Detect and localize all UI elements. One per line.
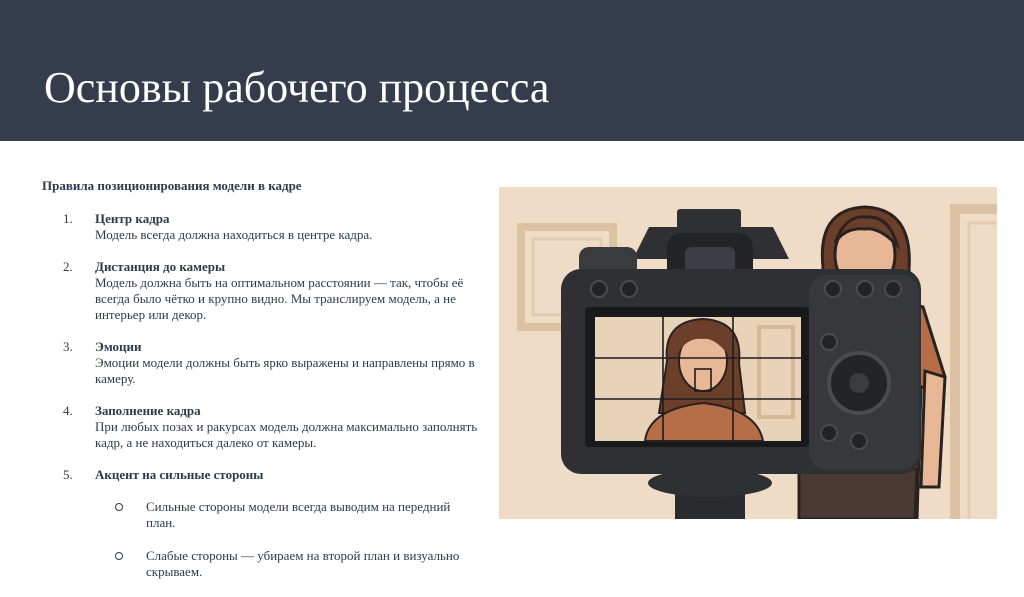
list-item: 2. Дистанция до камеры Модель должна быт… <box>42 259 482 323</box>
rule-heading: Заполнение кадра <box>95 403 201 418</box>
woman-pants <box>797 467 919 519</box>
sub-list: Сильные стороны модели всегда выводим на… <box>95 499 482 580</box>
sub-list-item: Сильные стороны модели всегда выводим на… <box>95 499 482 531</box>
camera-button-right-2 <box>856 280 874 298</box>
list-item: 3. Эмоции Эмоции модели должны быть ярко… <box>42 339 482 387</box>
list-item: 1. Центр кадра Модель всегда должна нахо… <box>42 211 482 243</box>
camera-control-dial-center <box>849 373 869 393</box>
circle-bullet-icon <box>115 552 123 560</box>
rule-heading: Эмоции <box>95 339 142 354</box>
slide-title: Основы рабочего процесса <box>44 63 550 112</box>
woman-arm <box>919 369 947 489</box>
rule-number: 4. <box>63 403 73 418</box>
rule-heading: Центр кадра <box>95 211 170 226</box>
rule-number: 5. <box>63 467 73 482</box>
rules-subtitle: Правила позиционирования модели в кадре <box>42 178 302 193</box>
camera-button-side-2 <box>820 424 838 442</box>
camera-viewfinder-illustration <box>499 187 997 519</box>
sub-item-text: Сильные стороны модели всегда выводим на… <box>146 499 451 530</box>
rule-text: Эмоции модели должны быть ярко выражены … <box>95 355 475 386</box>
rule-number: 2. <box>63 259 73 274</box>
camera-button-top-1 <box>590 280 608 298</box>
rule-text: Модель всегда должна находиться в центре… <box>95 227 373 242</box>
camera-button-side-3 <box>850 432 868 450</box>
rule-number: 1. <box>63 211 73 226</box>
rules-list: 1. Центр кадра Модель всегда должна нахо… <box>42 211 482 580</box>
camera-button-side-1 <box>820 333 838 351</box>
camera-button-right-1 <box>824 280 842 298</box>
sub-list-item: Слабые стороны — убираем на второй план … <box>95 548 482 580</box>
rules-content: Правила позиционирования модели в кадре … <box>42 178 482 597</box>
sub-item-text: Слабые стороны — убираем на второй план … <box>146 548 460 579</box>
camera-button-right-3 <box>884 280 902 298</box>
illustration-canvas <box>499 187 997 519</box>
camera-hotshoe <box>677 209 741 229</box>
rule-text: Модель должна быть на оптимальном рассто… <box>95 275 464 322</box>
circle-bullet-icon <box>115 503 123 511</box>
rule-heading: Дистанция до камеры <box>95 259 226 274</box>
camera-screen <box>585 307 809 447</box>
rule-heading: Акцент на сильные стороны <box>95 467 264 482</box>
rule-number: 3. <box>63 339 73 354</box>
camera-button-top-2 <box>620 280 638 298</box>
rule-text: При любых позах и ракурсах модель должна… <box>95 419 478 450</box>
list-item: 4. Заполнение кадра При любых позах и ра… <box>42 403 482 451</box>
list-item: 5. Акцент на сильные стороны Сильные сто… <box>42 467 482 580</box>
